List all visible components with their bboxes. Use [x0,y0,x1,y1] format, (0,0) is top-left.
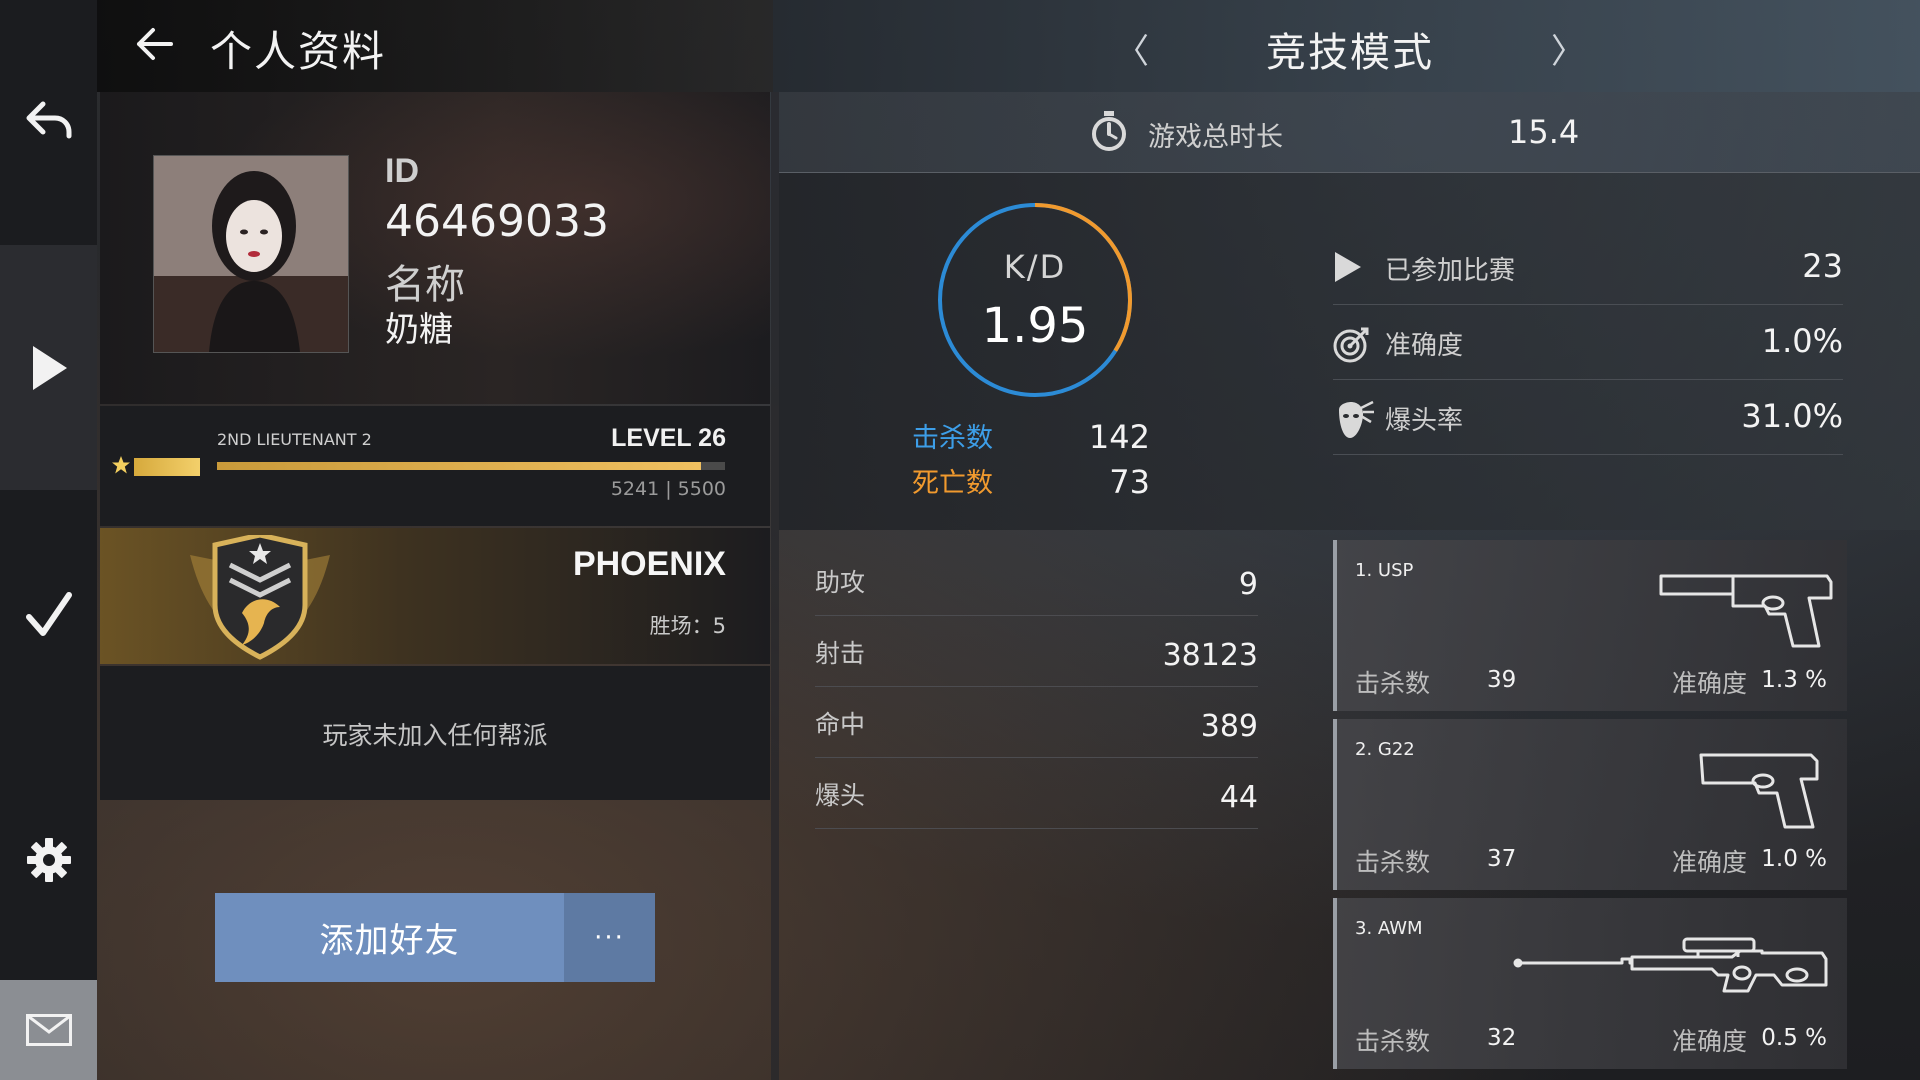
weapon-accuracy-label: 准确度 [1672,848,1748,877]
rail-settings-button[interactable] [0,800,97,920]
stat-label: 助攻 [815,568,866,597]
weapon-card[interactable]: 2. G22 击杀数 37 准确度 1.0 % [1333,719,1847,890]
checkmark-icon [25,592,72,636]
weapon-accuracy: 0.5 % [1761,1025,1827,1051]
stat-value: 31.0% [1741,397,1843,435]
deaths-value: 73 [1109,463,1150,501]
stat-value: 1.0% [1761,322,1843,360]
stat-row-accuracy: 准确度 1.0% [1333,305,1843,380]
header-back-button[interactable] [135,24,175,64]
playtime-value: 15.4 [1508,113,1580,151]
avatar-portrait-icon [154,156,348,352]
stat-row-assists: 助攻 9 [815,545,1258,616]
rank-title: 2ND LIEUTENANT 2 [217,430,372,449]
add-friend-button[interactable]: 添加好友 [215,893,564,982]
weapon-accuracy-label: 准确度 [1672,669,1748,698]
stat-label: 已参加比赛 [1385,256,1516,286]
stat-label: 爆头 [815,781,866,810]
xp-progress-bar [217,462,725,470]
weapon-accuracy-label: 准确度 [1672,1027,1748,1056]
weapon-accuracy: 1.3 % [1761,667,1827,693]
kd-value: 1.95 [981,298,1089,354]
kills-value: 142 [1088,418,1150,456]
deaths-label: 死亡数 [912,468,993,499]
stat-label: 射击 [815,639,866,668]
silenced-pistol-icon [1659,574,1833,648]
stat-value: 23 [1802,247,1843,285]
stat-value: 389 [1200,709,1258,744]
weapon-kills: 37 [1487,846,1517,872]
stat-value: 38123 [1162,638,1258,673]
weapon-card[interactable]: 1. USP 击杀数 39 准确度 1.3 % [1333,540,1847,711]
stopwatch-icon [1092,111,1126,151]
back-arrow-icon [137,28,173,60]
stat-row-headshots: 爆头 44 [815,758,1258,829]
panel-divider [771,92,779,1080]
badge-wins: 胜场：5 [649,614,726,638]
stat-row-shots: 射击 38123 [815,616,1258,687]
stat-label: 准确度 [1385,331,1464,361]
stat-label: 爆头率 [1385,406,1464,436]
weapon-kills: 32 [1487,1025,1517,1051]
rank-level: LEVEL 26 [611,424,726,452]
undo-arrow-icon [26,101,71,139]
rail-back-button[interactable] [0,60,97,180]
rail-mail-button[interactable] [0,980,97,1080]
weapon-name: 1. USP [1355,560,1414,581]
playtime-label: 游戏总时长 [1148,122,1283,153]
mode-next-button[interactable]: 〉 [1548,24,1588,73]
page-title: 个人资料 [210,27,387,76]
play-icon [32,345,67,390]
weapon-kills-label: 击杀数 [1355,848,1431,877]
kills-label: 击杀数 [912,423,993,454]
weapon-kills-label: 击杀数 [1355,669,1431,698]
stat-row-headshot: 爆头率 31.0% [1333,380,1843,455]
weapon-accuracy: 1.0 % [1761,846,1827,872]
rail-confirm-button[interactable] [0,550,97,680]
player-id: 46469033 [385,196,609,247]
more-options-button[interactable]: ··· [564,893,655,982]
stat-label: 命中 [815,710,866,739]
target-icon [1333,327,1369,363]
mode-prev-button[interactable]: 〈 [1112,24,1152,73]
pistol-icon [1699,753,1819,829]
weapon-kills-label: 击杀数 [1355,1027,1431,1056]
more-dots-icon: ··· [594,922,625,953]
mail-icon [25,1014,72,1046]
profile-screen: 个人资料 〈 竞技模式 〉 ID 46469033 名称 奶糖 2ND LIEU… [0,0,1920,1080]
badge-name: PHOENIX [572,545,726,583]
weapon-name: 2. G22 [1355,739,1415,760]
stat-value: 9 [1238,567,1258,602]
stat-value: 44 [1219,780,1258,815]
star-icon [112,456,130,474]
avatar [153,155,349,353]
headshot-icon [1339,400,1374,438]
weapon-name: 3. AWM [1355,918,1423,939]
clan-status-text: 玩家未加入任何帮派 [322,721,548,750]
rank-insignia [134,458,200,476]
weapon-card[interactable]: 3. AWM 击杀数 32 准确度 0.5 % [1333,898,1847,1069]
mode-title: 竞技模式 [1266,30,1434,76]
weapon-kills: 39 [1487,667,1517,693]
stat-row-hits: 命中 389 [815,687,1258,758]
playtime-row [779,92,1920,173]
gear-icon [26,838,71,882]
xp-progress-fill [217,462,702,470]
kd-label: K/D [1003,248,1067,286]
id-label: ID [385,152,419,190]
side-rail [0,0,97,1080]
phoenix-emblem-icon [190,535,330,660]
play-icon [1335,252,1361,282]
player-name: 奶糖 [385,310,453,350]
xp-text: 5241 | 5500 [610,478,726,500]
rail-play-button[interactable] [0,245,97,490]
stat-row-matches: 已参加比赛 23 [1333,230,1843,305]
sniper-rifle-icon [1513,937,1828,993]
header-left-bar [97,0,773,92]
